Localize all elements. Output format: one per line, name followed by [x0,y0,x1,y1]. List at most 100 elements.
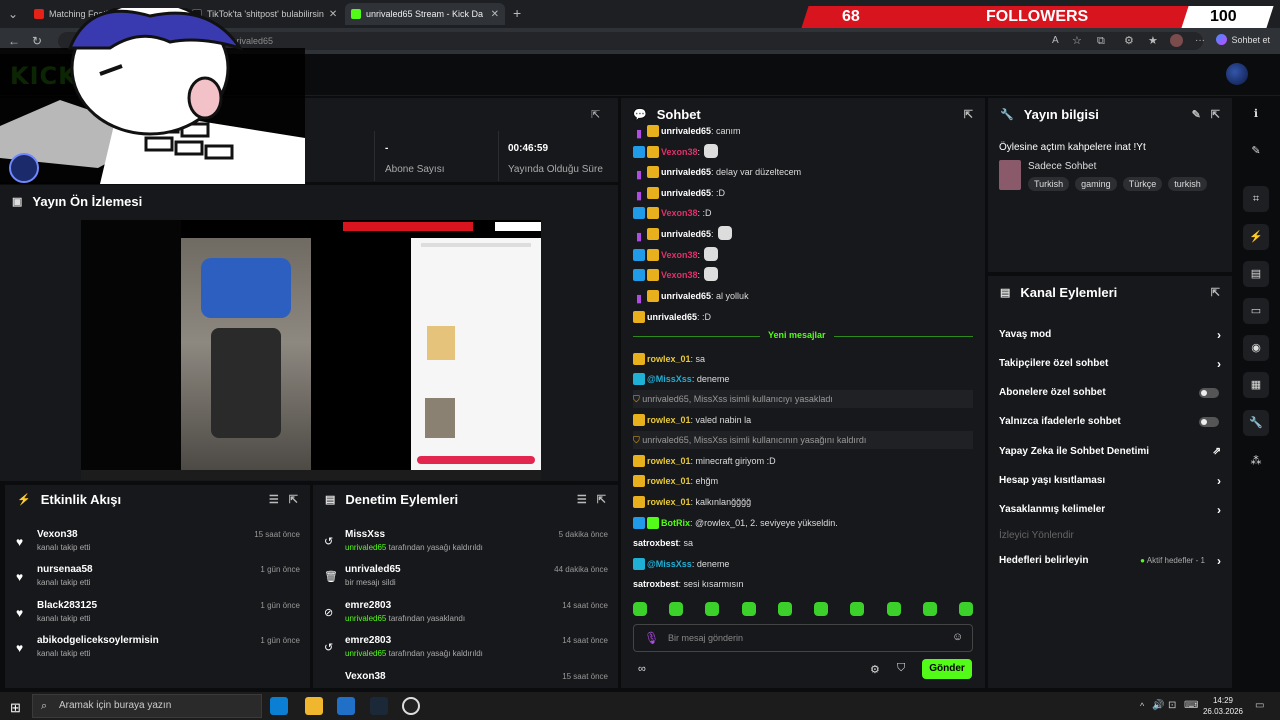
send-button[interactable]: Gönder [922,659,972,679]
action-followers-only[interactable]: Takipçilere özel sohbet › [999,355,1221,373]
chat-username[interactable]: satroxbest [633,538,679,548]
chat-username[interactable]: rowlex_01 [647,497,691,507]
chat-username[interactable]: unrivaled65 [661,229,711,239]
tag-chip[interactable]: Turkish [1028,177,1070,191]
action-set-goals[interactable]: Hedefleri belirleyin ● Aktif hedefler - 1… [999,552,1221,570]
action-account-age[interactable]: Hesap yaşı kısıtlaması › [999,472,1221,490]
moderation-target[interactable]: emre2803 [345,600,391,611]
edge-icon[interactable] [270,697,288,715]
emote[interactable] [958,602,973,616]
notification-icon[interactable]: ▭ [1255,700,1264,711]
activity-user[interactable]: nursenaa58 [37,564,93,575]
close-icon[interactable]: ✕ [324,9,337,20]
edit-pencil-icon[interactable]: ✎ [1192,108,1201,121]
broadcast-icon[interactable]: ◉ [1243,335,1269,361]
emote[interactable] [850,602,865,616]
chat-username[interactable]: unrivaled65 [661,126,711,136]
action-banned-words[interactable]: Yasaklanmış kelimeler › [999,501,1221,519]
obs-icon[interactable] [402,697,420,715]
edit-pencil-icon[interactable]: ✎ [1243,138,1269,164]
chat-username[interactable]: Vexon38 [661,250,698,260]
emote[interactable] [886,602,901,616]
close-icon[interactable]: ✕ [486,9,499,20]
action-slow-mode[interactable]: Yavaş mod › [999,326,1221,344]
tab-kick-stream[interactable]: unrivaled65 Stream - Kick Da ✕ [345,3,505,25]
extension-icon[interactable]: ⧉ [1097,34,1105,48]
clock[interactable]: 14:29 26.03.2026 [1198,695,1248,717]
stream-category[interactable]: Sadece Sohbet [1028,161,1096,172]
tag-chip[interactable]: Türkçe [1122,177,1163,191]
loop-icon[interactable]: ∞ [638,663,646,675]
chat-username[interactable]: rowlex_01 [647,354,691,364]
taskbar-search[interactable]: ⌕ Aramak için buraya yazın [32,694,262,718]
wrench-icon[interactable]: 🔧 [1243,410,1269,436]
expand-icon[interactable]: ⇱ [1211,286,1220,299]
emote[interactable] [814,602,829,616]
emoji-picker-icon[interactable]: ☺ [952,631,963,643]
tag-chip[interactable]: turkish [1168,177,1207,191]
expand-icon[interactable]: ⇱ [591,108,600,121]
activity-user[interactable]: Vexon38 [37,529,78,540]
store-icon[interactable] [305,697,323,715]
action-subscribers-only[interactable]: Abonelere özel sohbet [999,384,1221,402]
emote[interactable] [922,602,937,616]
user-avatar[interactable] [1226,63,1248,85]
moderation-target[interactable]: emre2803 [345,635,391,646]
document-icon[interactable]: ▤ [1243,261,1269,287]
settings-gear-icon[interactable]: ⚙ [870,663,880,676]
moderation-actor[interactable]: unrivaled65 [345,543,386,552]
volume-icon[interactable]: 🔊 [1152,700,1164,711]
new-tab-plus-icon[interactable]: + [513,6,521,20]
chat-username[interactable]: @MissXss [647,374,692,384]
tray-chevron-icon[interactable]: ^ [1140,701,1144,711]
keyboard-icon[interactable]: ⌨ [1184,700,1198,711]
more-dots-icon[interactable]: ··· [1195,34,1205,48]
expand-icon[interactable]: ⇱ [289,493,298,506]
chat-username[interactable]: @MissXss [647,559,692,569]
chat-username[interactable]: unrivaled65 [661,291,711,301]
collections-icon[interactable]: ⚙ [1124,34,1134,48]
outlook-icon[interactable] [337,697,355,715]
category-thumbnail[interactable] [999,160,1021,190]
steam-icon[interactable] [370,697,388,715]
layout-icon[interactable]: ⁂ [1243,448,1269,474]
chat-username[interactable]: unrivaled65 [661,188,711,198]
expand-icon[interactable]: ⇱ [597,493,606,506]
expand-icon[interactable]: ⇱ [1211,108,1220,121]
chat-username[interactable]: unrivaled65 [647,312,697,322]
emote[interactable] [741,602,756,616]
read-aloud-icon[interactable]: A [1052,34,1059,48]
profile-avatar[interactable] [1170,34,1183,47]
shield-icon[interactable]: ⛉ [897,662,905,675]
tag-chip[interactable]: gaming [1075,177,1117,191]
windows-start-icon[interactable]: ⊞ [10,700,21,716]
action-emotes-only[interactable]: Yalnızca ifadelerle sohbet [999,413,1221,431]
chat-username[interactable]: satroxbest [633,579,679,589]
expand-icon[interactable]: ⇱ [964,108,973,121]
chat-username[interactable]: Vexon38 [661,147,698,157]
emote[interactable] [633,602,647,616]
chat-username[interactable]: Vexon38 [661,208,698,218]
chat-username[interactable]: BotRix [661,518,690,528]
chat-bubble-icon[interactable]: ▭ [1243,298,1269,324]
chat-username[interactable]: rowlex_01 [647,456,691,466]
info-icon[interactable]: ℹ [1243,101,1269,127]
activity-user[interactable]: abikodgeliceksoylermisin [37,635,159,646]
emote[interactable] [669,602,684,616]
favorites-icon[interactable]: ★ [1148,34,1158,48]
toggle-switch[interactable] [1199,388,1219,398]
chat-username[interactable]: rowlex_01 [647,415,691,425]
chat-username[interactable]: Vexon38 [661,270,698,280]
moderation-target[interactable]: MissXss [345,529,385,540]
moderation-target[interactable]: Vexon38 [345,671,386,682]
activity-user[interactable]: Black283125 [37,600,97,611]
server-icon[interactable]: ▦ [1243,372,1269,398]
toggle-switch[interactable] [1199,417,1219,427]
chat-username[interactable]: unrivaled65 [661,167,711,177]
stream-video[interactable] [81,220,541,480]
action-ai-moderation[interactable]: Yapay Zeka ile Sohbet Denetimi ⇗ [999,443,1221,461]
filter-icon[interactable]: ☰ [269,493,279,506]
favorite-star-icon[interactable]: ☆ [1072,34,1082,48]
network-icon[interactable]: ⊡ [1168,700,1176,711]
chat-username[interactable]: rowlex_01 [647,476,691,486]
